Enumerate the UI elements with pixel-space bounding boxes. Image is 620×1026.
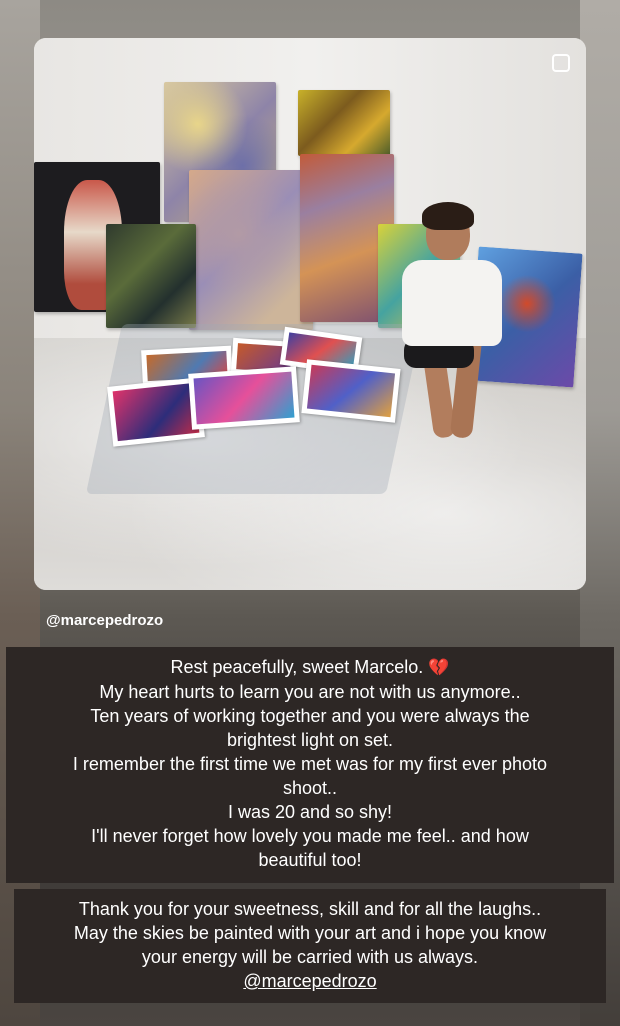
caption-line: beautiful too! xyxy=(258,850,362,870)
caption-line: your energy will be carried with us alwa… xyxy=(141,947,479,967)
painting xyxy=(106,224,196,328)
caption-block-1: Rest peacefully, sweet Marcelo. 💔 My hea… xyxy=(6,647,614,883)
caption-line: I'll never forget how lovely you made me… xyxy=(91,826,529,846)
print xyxy=(301,359,401,423)
caption-line: I was 20 and so shy! xyxy=(227,802,393,822)
caption-block-2: Thank you for your sweetness, skill and … xyxy=(14,889,606,1003)
broken-heart-icon: 💔 xyxy=(428,658,450,677)
mention-link[interactable]: @marcepedrozo xyxy=(24,969,596,993)
caption-line: I remember the first time we met was for… xyxy=(72,754,548,774)
print xyxy=(188,366,300,430)
artist-figure xyxy=(390,202,510,456)
caption-line: Ten years of working together and you we… xyxy=(90,706,530,726)
painting xyxy=(298,90,390,156)
painting xyxy=(189,170,313,330)
caption-line: brightest light on set. xyxy=(226,730,394,750)
multi-photo-icon xyxy=(552,54,570,72)
caption-line: May the skies be painted with your art a… xyxy=(73,923,547,943)
caption-line: Thank you for your sweetness, skill and … xyxy=(78,899,542,919)
caption-line: My heart hurts to learn you are not with… xyxy=(99,682,521,702)
caption-line: Rest peacefully, sweet Marcelo. 💔 xyxy=(170,657,450,677)
shared-post-image[interactable] xyxy=(34,38,586,590)
post-author-username[interactable]: @marcepedrozo xyxy=(46,611,163,631)
caption-line: shoot.. xyxy=(282,778,338,798)
